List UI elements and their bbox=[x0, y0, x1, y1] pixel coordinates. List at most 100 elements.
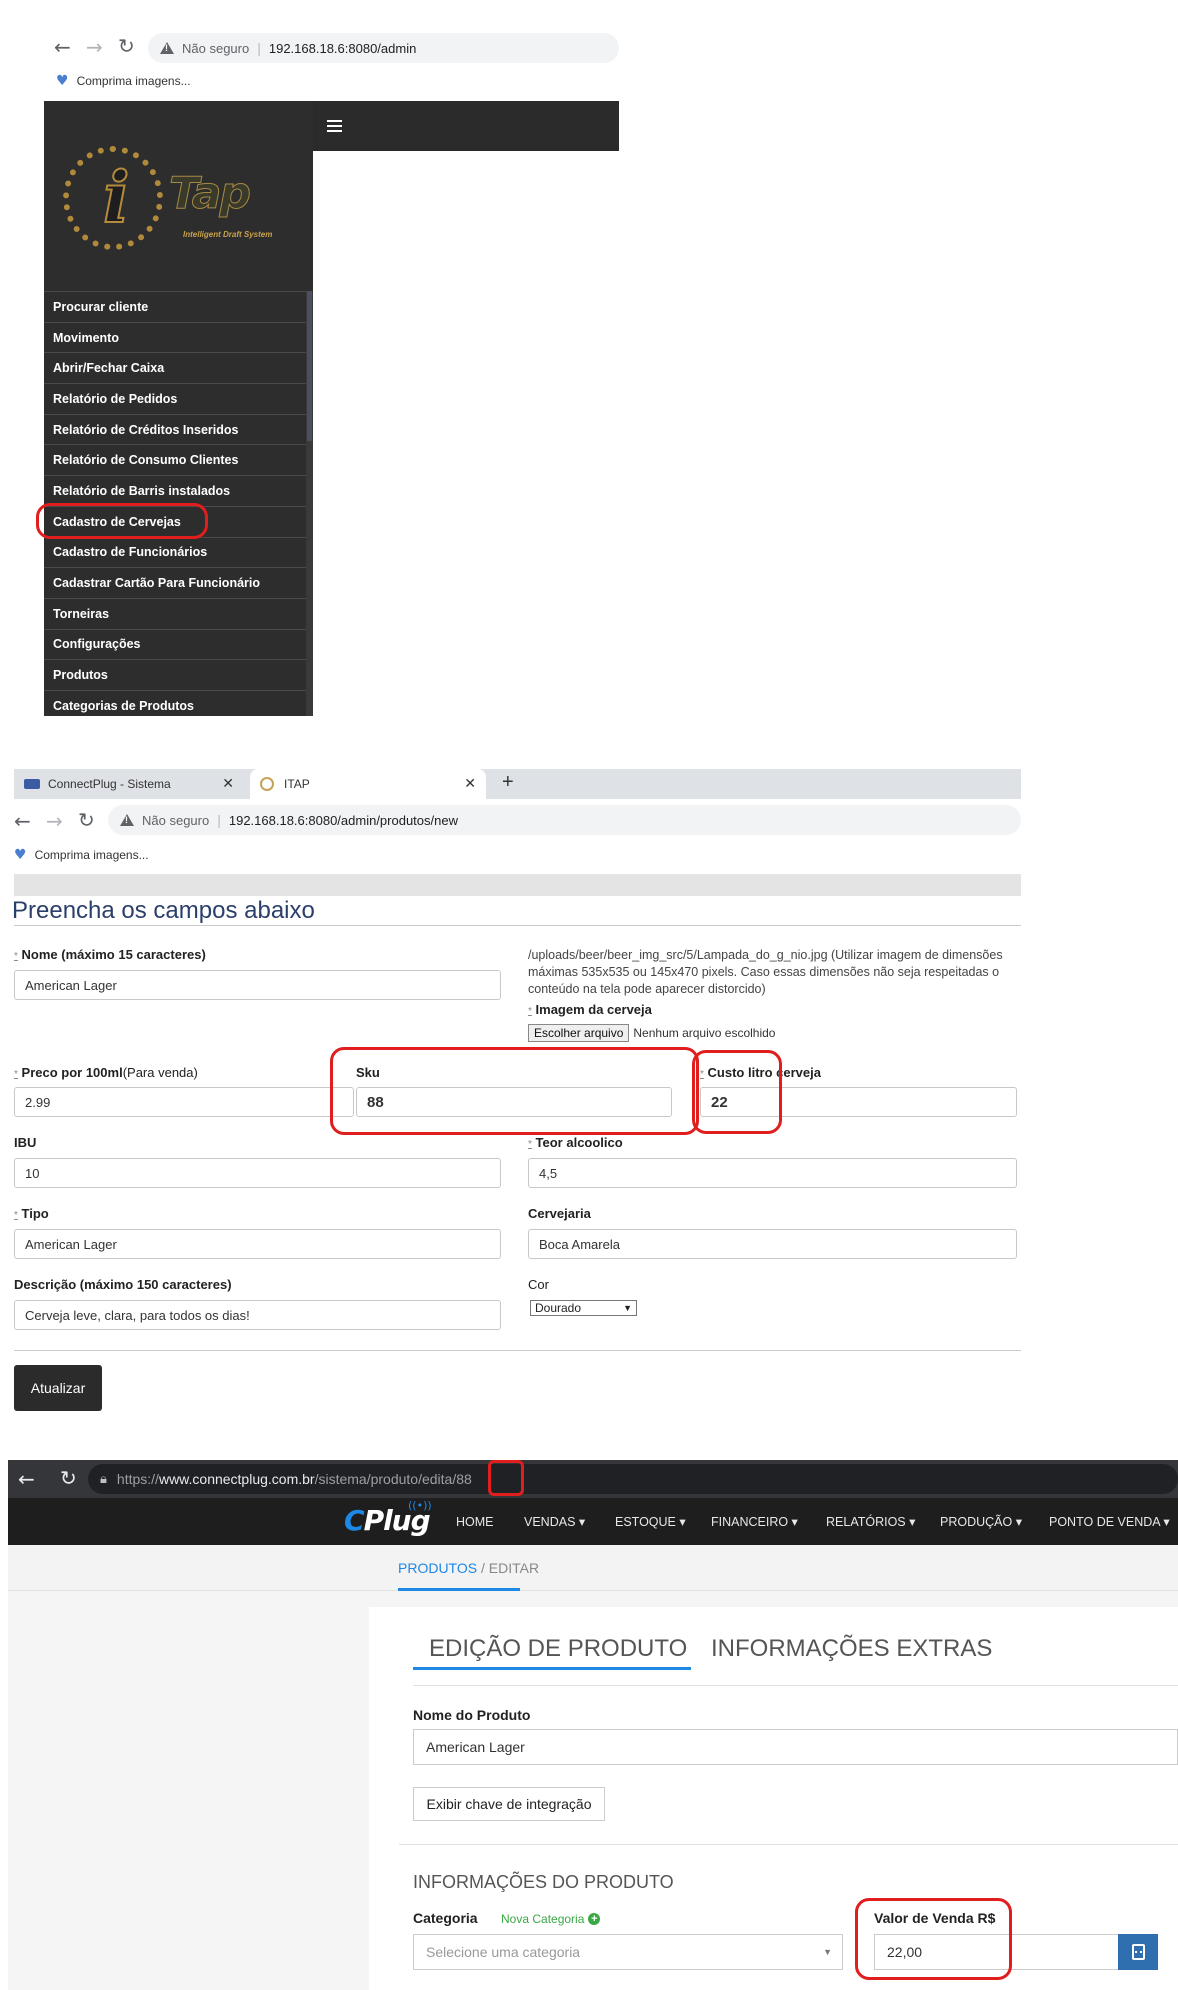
imagem-label: * Imagem da cerveja bbox=[528, 1002, 652, 1017]
address-bar[interactable]: 🔒︎ https:// www.connectplug.com.br /sist… bbox=[88, 1464, 1178, 1494]
nav-home[interactable]: HOME bbox=[456, 1498, 494, 1545]
highlight-custo bbox=[692, 1050, 782, 1134]
nav-producao[interactable]: PRODUÇÃO ▾ bbox=[940, 1498, 1022, 1545]
connectplug-favicon-icon bbox=[24, 779, 40, 789]
tab-itap[interactable]: ITAP ✕ bbox=[250, 769, 486, 799]
url-path: /sistema/produto/edita bbox=[314, 1471, 453, 1487]
back-arrow-icon[interactable]: ← bbox=[18, 1467, 35, 1491]
url-scheme: https:// bbox=[116, 1471, 159, 1487]
shot2-tab-strip: ConnectPlug - Sistema ✕ ITAP ✕ + bbox=[14, 769, 1021, 799]
required-mark: * bbox=[14, 1210, 18, 1221]
tabs-divider bbox=[413, 1685, 1178, 1686]
nome-label: * Nome (máximo 15 caracteres) bbox=[14, 947, 206, 962]
new-tab-button[interactable]: + bbox=[502, 771, 514, 794]
logo-text: Plug bbox=[363, 1504, 431, 1537]
cor-select[interactable]: Dourado ▼ bbox=[530, 1300, 637, 1316]
tab-edicao-produto[interactable]: EDIÇÃO DE PRODUTO bbox=[429, 1635, 687, 1663]
categoria-select[interactable]: Selecione uma categoria ▼ bbox=[413, 1934, 843, 1970]
shot1-bookmark[interactable]: ♥ Comprima imagens... bbox=[56, 73, 191, 89]
forward-arrow-icon[interactable]: → bbox=[86, 35, 103, 59]
required-mark: * bbox=[528, 1006, 532, 1017]
ibu-label: IBU bbox=[14, 1135, 37, 1150]
tipo-input[interactable]: American Lager bbox=[14, 1229, 501, 1259]
menu-item-procurar-cliente[interactable]: Procurar cliente bbox=[44, 291, 306, 322]
menu-item-torneiras[interactable]: Torneiras bbox=[44, 597, 306, 629]
shot2-bookmark[interactable]: ♥ Comprima imagens... bbox=[14, 847, 149, 863]
forward-arrow-icon[interactable]: → bbox=[46, 809, 63, 833]
menu-item-cadastrar-cartao[interactable]: Cadastrar Cartão Para Funcionário bbox=[44, 567, 306, 598]
required-mark: * bbox=[528, 1139, 532, 1150]
atualizar-button[interactable]: Atualizar bbox=[14, 1365, 102, 1411]
tab-connectplug[interactable]: ConnectPlug - Sistema ✕ bbox=[14, 769, 244, 799]
sidebar-scroll-thumb[interactable] bbox=[307, 291, 312, 441]
descricao-input[interactable]: Cerveja leve, clara, para todos os dias! bbox=[14, 1300, 501, 1330]
nome-produto-input[interactable]: American Lager bbox=[413, 1729, 1178, 1765]
form-header-strip bbox=[14, 874, 1021, 896]
itap-logo: i Tap Intelligent Draft System bbox=[59, 136, 289, 266]
url-separator: | bbox=[217, 812, 221, 828]
url-separator: | bbox=[257, 40, 261, 56]
url-text: 192.168.18.6:8080/admin bbox=[268, 40, 417, 56]
choose-file-button[interactable]: Escolher arquivo bbox=[528, 1024, 630, 1042]
exibir-chave-button[interactable]: Exibir chave de integração bbox=[413, 1787, 605, 1821]
menu-item-categorias-produtos[interactable]: Categorias de Produtos bbox=[44, 689, 306, 716]
heart-icon: ♥ bbox=[56, 73, 69, 89]
menu-item-abrir-fechar-caixa[interactable]: Abrir/Fechar Caixa bbox=[44, 352, 306, 383]
menu-item-cadastro-funcionarios[interactable]: Cadastro de Funcionários bbox=[44, 536, 306, 568]
menu-item-relatorio-creditos[interactable]: Relatório de Créditos Inseridos bbox=[44, 413, 306, 445]
menu-item-configuracoes[interactable]: Configurações bbox=[44, 628, 306, 660]
nav-financeiro[interactable]: FINANCEIRO ▾ bbox=[711, 1498, 798, 1545]
categoria-placeholder: Selecione uma categoria bbox=[426, 1944, 581, 1960]
hamburger-menu-icon[interactable] bbox=[327, 120, 342, 132]
logo-letter: i bbox=[102, 155, 131, 240]
preco-label: * Preco por 100ml(Para venda) bbox=[14, 1065, 198, 1080]
reload-icon[interactable]: ↻ bbox=[78, 808, 95, 832]
calculator-button[interactable] bbox=[1118, 1934, 1158, 1970]
product-edit-card: EDIÇÃO DE PRODUTO INFORMAÇÕES EXTRAS Nom… bbox=[369, 1607, 1178, 1990]
breadcrumb-produtos[interactable]: PRODUTOS bbox=[398, 1560, 477, 1576]
reload-icon[interactable]: ↻ bbox=[60, 1466, 77, 1490]
plus-circle-icon: + bbox=[588, 1913, 601, 1925]
chevron-down-icon: ▼ bbox=[823, 1947, 832, 1957]
nav-ponto-de-venda[interactable]: PONTO DE VENDA ▾ bbox=[1049, 1498, 1170, 1545]
menu-item-movimento[interactable]: Movimento bbox=[44, 321, 306, 353]
tipo-label: * Tipo bbox=[14, 1206, 49, 1221]
required-mark: * bbox=[14, 1069, 18, 1080]
nome-input[interactable]: American Lager bbox=[14, 970, 501, 1000]
url-warning: Não seguro bbox=[142, 812, 210, 828]
back-arrow-icon[interactable]: ← bbox=[54, 35, 71, 59]
close-icon[interactable]: ✕ bbox=[222, 776, 234, 792]
address-bar[interactable]: Não seguro | 192.168.18.6:8080/admin bbox=[148, 33, 619, 63]
itap-sidebar: i Tap Intelligent Draft System Procurar … bbox=[44, 101, 313, 716]
active-tab-underline bbox=[413, 1667, 691, 1670]
breadcrumb: PRODUTOS / EDITAR bbox=[398, 1560, 539, 1576]
nova-categoria-text: Nova Categoria bbox=[501, 1912, 585, 1926]
back-arrow-icon[interactable]: ← bbox=[14, 809, 31, 833]
address-bar[interactable]: Não seguro | 192.168.18.6:8080/admin/pro… bbox=[108, 805, 1021, 835]
tab-informacoes-extras[interactable]: INFORMAÇÕES EXTRAS bbox=[711, 1635, 992, 1663]
menu-item-relatorio-barris[interactable]: Relatório de Barris instalados bbox=[44, 475, 306, 506]
menu-item-relatorio-consumo[interactable]: Relatório de Consumo Clientes bbox=[44, 444, 306, 475]
teor-input[interactable]: 4,5 bbox=[528, 1158, 1017, 1188]
descricao-label: Descrição (máximo 150 caracteres) bbox=[14, 1277, 232, 1292]
menu-item-relatorio-pedidos[interactable]: Relatório de Pedidos bbox=[44, 383, 306, 414]
preco-input[interactable]: 2.99 bbox=[14, 1087, 354, 1117]
highlight-url-id bbox=[488, 1460, 524, 1496]
connectplug-logo[interactable]: CPlug bbox=[344, 1504, 431, 1537]
nova-categoria-link[interactable]: Nova Categoria + bbox=[501, 1912, 601, 1926]
cervejaria-input[interactable]: Boca Amarela bbox=[528, 1229, 1017, 1259]
logo-brand: Tap bbox=[169, 168, 252, 220]
menu-item-produtos[interactable]: Produtos bbox=[44, 659, 306, 690]
nav-estoque[interactable]: ESTOQUE ▾ bbox=[615, 1498, 686, 1545]
preco-label-text: Preco por 100ml bbox=[21, 1065, 123, 1080]
highlight-sku bbox=[330, 1047, 699, 1135]
title-divider bbox=[14, 925, 1021, 926]
breadcrumb-bar: PRODUTOS / EDITAR bbox=[8, 1545, 1178, 1591]
nav-relatorios[interactable]: RELATÓRIOS ▾ bbox=[826, 1498, 915, 1545]
close-icon[interactable]: ✕ bbox=[464, 776, 476, 792]
reload-icon[interactable]: ↻ bbox=[118, 34, 135, 58]
ibu-input[interactable]: 10 bbox=[14, 1158, 501, 1188]
form-divider bbox=[14, 1350, 1021, 1351]
shot3-browser-bar: ← ↻ 🔒︎ https:// www.connectplug.com.br /… bbox=[8, 1460, 1178, 1498]
nav-vendas[interactable]: VENDAS ▾ bbox=[524, 1498, 585, 1545]
